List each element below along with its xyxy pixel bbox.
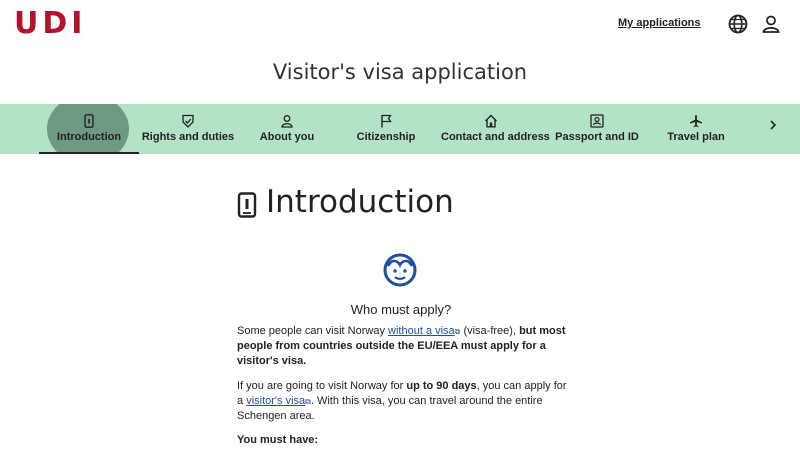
visitors-visa-link[interactable]: visitor's visa xyxy=(246,395,305,407)
step-label: About you xyxy=(259,131,315,143)
paragraph-visa-free: Some people can visit Norway without a v… xyxy=(237,324,567,369)
shield-check-icon xyxy=(182,114,194,128)
chevron-right-icon[interactable] xyxy=(766,118,780,132)
without-a-visa-link[interactable]: without a visa xyxy=(388,325,455,337)
user-icon[interactable] xyxy=(761,14,781,34)
step-rights-and-duties[interactable]: Rights and duties xyxy=(138,104,238,154)
airplane-icon xyxy=(690,114,702,128)
flag-icon xyxy=(381,114,392,128)
step-label: Travel plan xyxy=(667,131,725,143)
text: If you are going to visit Norway for xyxy=(237,380,407,392)
step-introduction[interactable]: Introduction xyxy=(39,104,139,154)
step-label: Introduction xyxy=(56,131,122,143)
step-contact-and-address[interactable]: Contact and address xyxy=(441,104,550,154)
home-icon xyxy=(485,114,497,128)
phone-icon xyxy=(84,114,94,128)
step-label: Contact and address xyxy=(441,131,550,143)
step-label: Passport and ID xyxy=(555,131,639,143)
active-step-highlight xyxy=(47,104,129,154)
person-icon xyxy=(281,115,293,128)
paragraph-90-days: If you are going to visit Norway for up … xyxy=(237,379,567,424)
text: Some people can visit Norway xyxy=(237,325,389,337)
step-passport-and-id[interactable]: Passport and ID xyxy=(547,104,647,154)
text: (visa-free), xyxy=(460,325,520,337)
who-must-apply-heading: Who must apply? xyxy=(350,302,452,317)
id-card-icon xyxy=(590,114,604,128)
step-citizenship[interactable]: Citizenship xyxy=(336,104,436,154)
step-about-you[interactable]: About you xyxy=(237,104,337,154)
udi-logo[interactable]: UDI xyxy=(14,6,86,41)
step-label: Rights and duties xyxy=(141,131,235,143)
bold-text: up to 90 days xyxy=(406,380,477,392)
step-navigation: Introduction Rights and duties About you… xyxy=(0,104,800,154)
face-icon xyxy=(383,253,417,287)
globe-icon[interactable] xyxy=(728,14,748,34)
page-title: Visitor's visa application xyxy=(272,60,528,84)
you-must-have-heading: You must have: xyxy=(237,434,319,446)
section-heading: Introduction xyxy=(266,184,454,220)
phone-icon xyxy=(237,192,257,218)
step-label: Citizenship xyxy=(356,131,416,143)
step-travel-plan[interactable]: Travel plan xyxy=(646,104,746,154)
active-step-underline xyxy=(39,152,139,154)
my-applications-link[interactable]: My applications xyxy=(618,17,701,29)
